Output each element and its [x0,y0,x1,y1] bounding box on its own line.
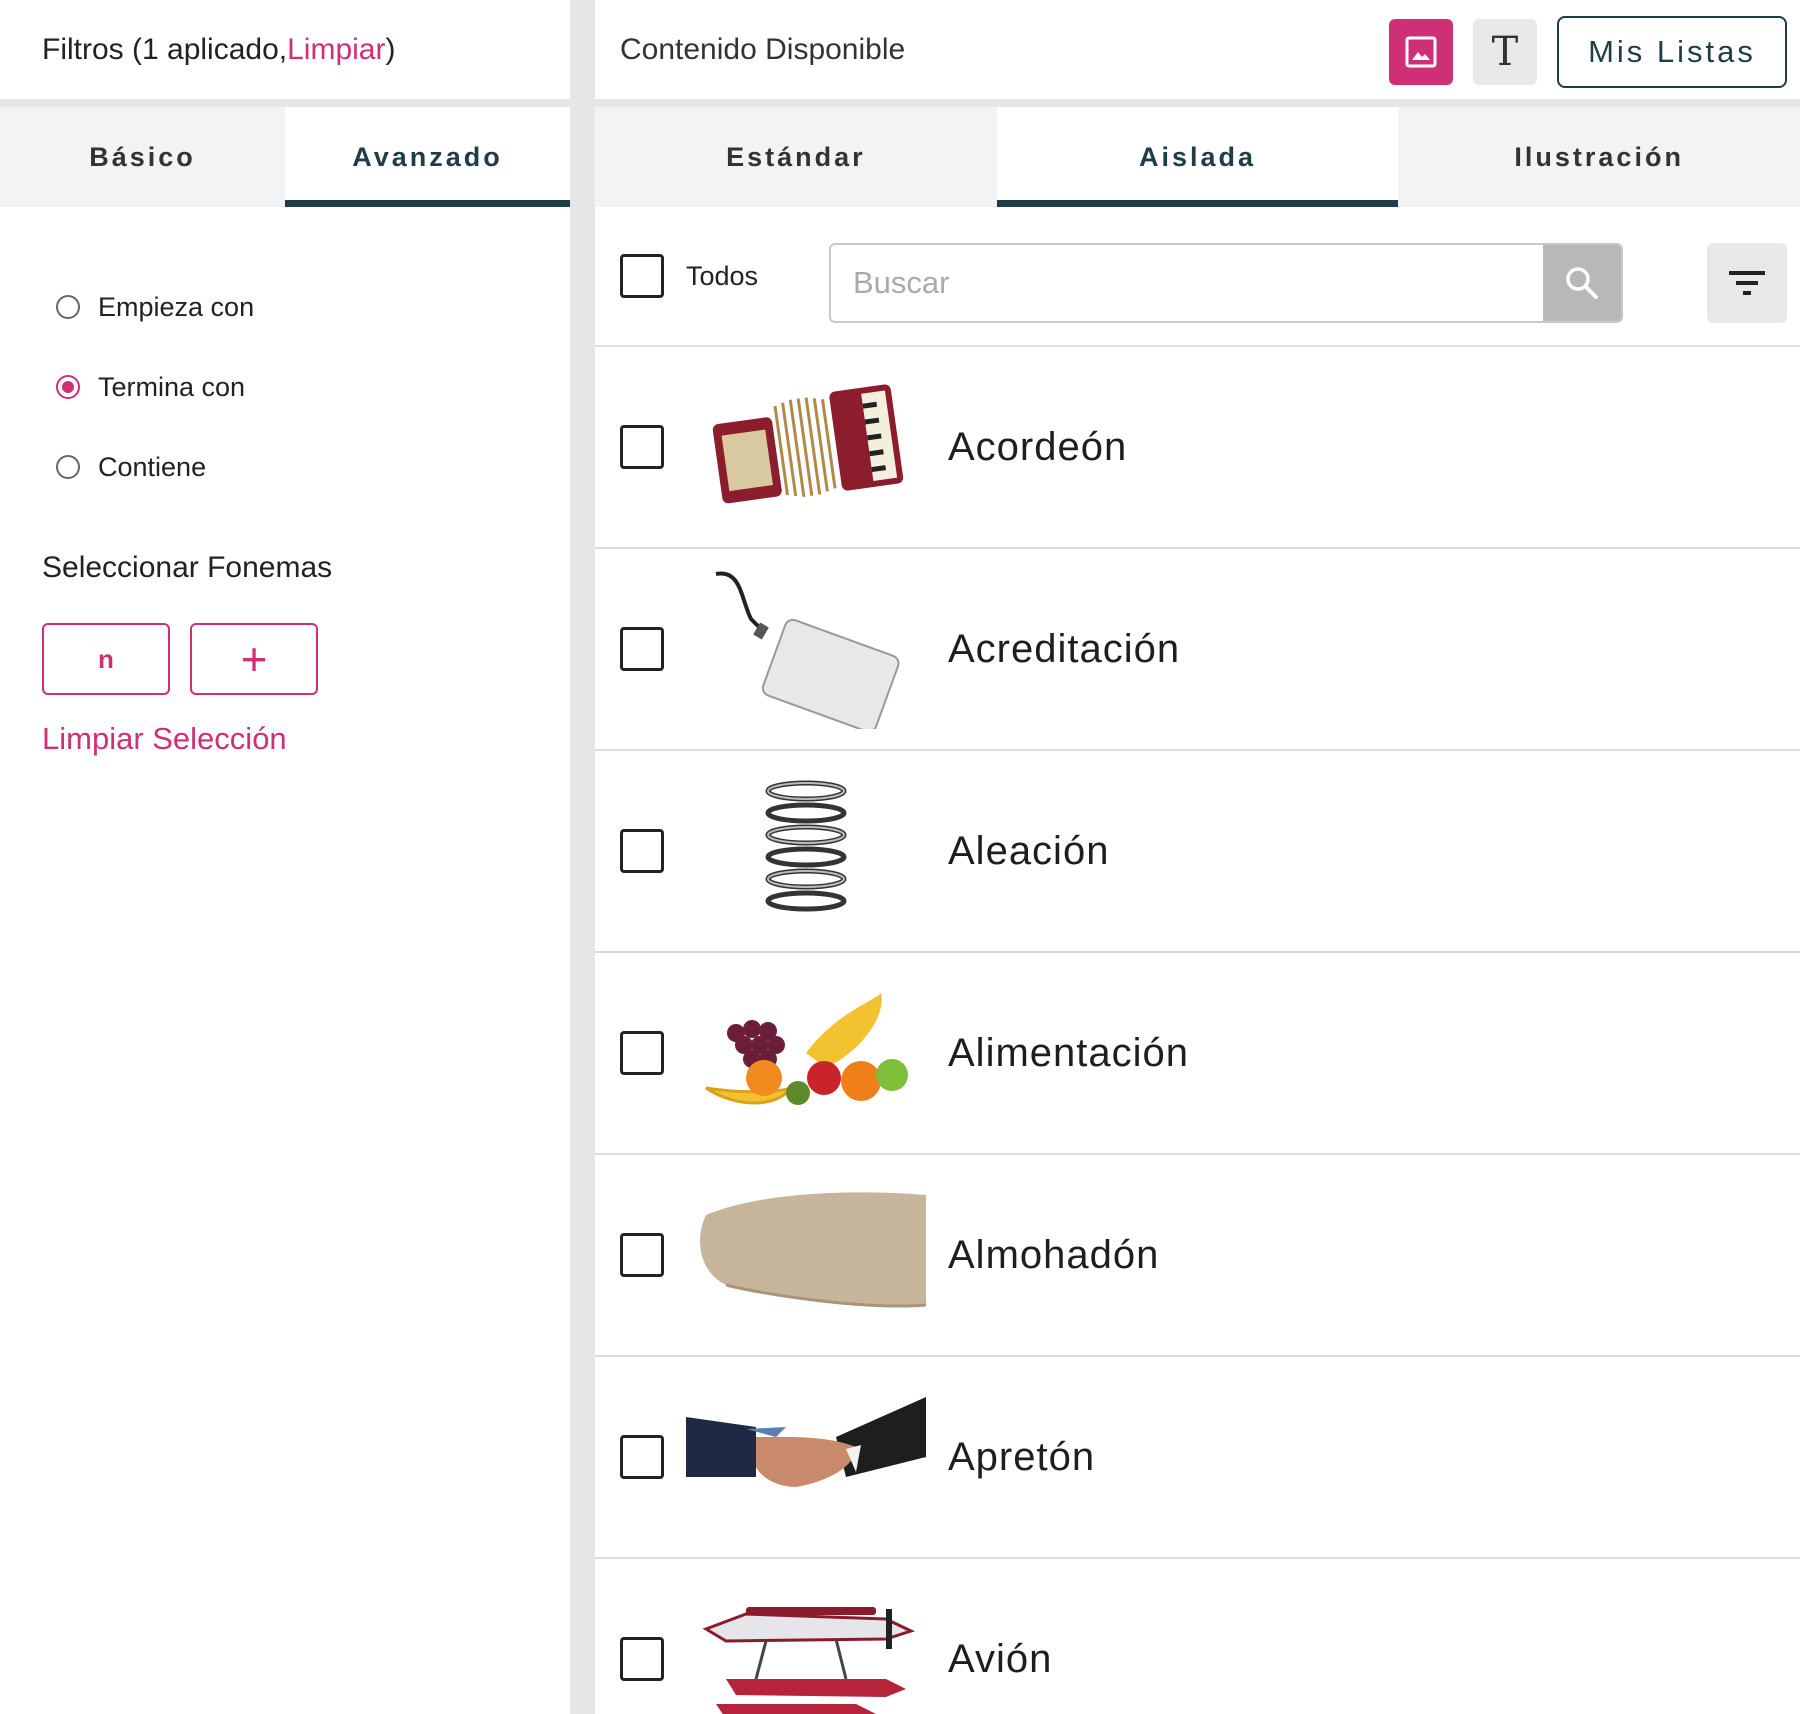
tab-basico[interactable]: Básico [0,107,285,207]
list-item[interactable]: Avión [595,1559,1800,1714]
item-checkbox[interactable] [620,829,664,873]
search-icon [1566,267,1598,299]
filter-icon [1729,271,1765,295]
content-header: Contenido Disponible T Mis Listas [595,0,1800,107]
item-checkbox[interactable] [620,1637,664,1681]
radio-button[interactable] [56,455,80,479]
my-lists-button[interactable]: Mis Listas [1557,16,1787,88]
add-phoneme-button[interactable]: + [190,623,318,695]
item-label: Acreditación [948,626,1181,671]
phoneme-chip-n[interactable]: n [42,623,170,695]
clear-selection-link[interactable]: Limpiar Selección [42,721,287,757]
phoneme-buttons: n + [42,623,570,695]
plus-icon: + [240,633,268,685]
radio-button[interactable] [56,295,80,319]
spring-image [686,771,926,931]
tab-ilustracion[interactable]: Ilustración [1398,107,1800,207]
accordion-image [686,367,926,527]
item-label: Aleación [948,828,1110,873]
tab-avanzado[interactable]: Avanzado [285,107,570,207]
item-label: Acordeón [948,424,1128,469]
item-label: Avión [948,1636,1053,1681]
filters-header: Filtros (1 aplicado, Limpiar) [0,0,570,107]
position-options: Empieza con Termina con Contiene [0,207,570,507]
list-item[interactable]: Almohadón [595,1155,1800,1357]
option-empieza-con[interactable]: Empieza con [56,267,570,347]
search-input[interactable] [831,245,1543,321]
text-icon: T [1491,29,1519,75]
list-item[interactable]: Aleación [595,751,1800,953]
cushion-image [686,1175,926,1335]
item-checkbox[interactable] [620,425,664,469]
text-view-button[interactable]: T [1473,19,1537,85]
seaplane-image [686,1579,926,1714]
item-checkbox[interactable] [620,1031,664,1075]
radio-button-selected[interactable] [56,375,80,399]
item-checkbox[interactable] [620,1233,664,1277]
filters-title-suffix: ) [385,32,396,66]
option-label: Contiene [98,451,207,482]
item-checkbox[interactable] [620,1435,664,1479]
tab-aislada[interactable]: Aislada [996,107,1399,207]
image-icon [1405,36,1437,68]
badge-image [686,569,926,729]
list-item[interactable]: Alimentación [595,953,1800,1155]
image-view-button[interactable] [1389,19,1453,85]
filters-panel: Filtros (1 aplicado, Limpiar) Básico Ava… [0,0,570,1714]
search-box [829,243,1623,323]
list-item[interactable]: Apretón [595,1357,1800,1559]
content-tabs: Estándar Aislada Ilustración [595,107,1800,207]
content-panel: Contenido Disponible T Mis Listas Estánd… [595,0,1800,1714]
filters-tabs: Básico Avanzado [0,107,570,207]
item-checkbox[interactable] [620,627,664,671]
phonemes-title: Seleccionar Fonemas [42,551,333,584]
fruit-image [686,973,926,1133]
select-all-checkbox[interactable] [620,254,664,298]
item-label: Almohadón [948,1232,1160,1277]
search-button[interactable] [1543,245,1621,321]
list-item[interactable]: Acreditación [595,549,1800,751]
content-title: Contenido Disponible [620,32,906,66]
list-toolbar: Todos [595,207,1800,347]
option-termina-con[interactable]: Termina con [56,347,570,427]
option-label: Empieza con [98,291,255,322]
item-label: Alimentación [948,1030,1190,1075]
tab-estandar[interactable]: Estándar [595,107,997,207]
option-label: Termina con [98,371,246,402]
handshake-image [686,1377,926,1537]
clear-filters-link[interactable]: Limpiar [287,33,385,67]
filters-title: Filtros (1 aplicado, [42,32,288,66]
item-label: Apretón [948,1434,1096,1479]
sort-filter-button[interactable] [1707,243,1787,323]
option-contiene[interactable]: Contiene [56,427,570,507]
list-item[interactable]: Acordeón [595,347,1800,549]
select-all-label: Todos [686,260,759,291]
